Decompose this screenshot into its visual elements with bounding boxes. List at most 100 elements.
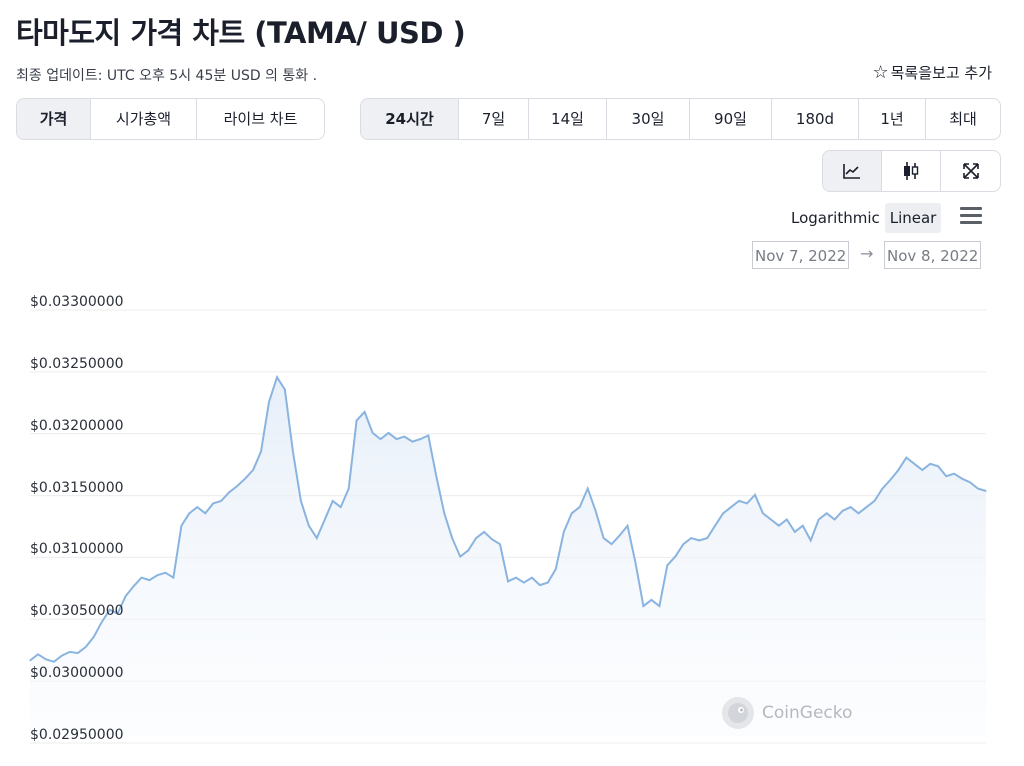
data-point (690, 537, 692, 539)
watermark-text: CoinGecko (762, 703, 853, 723)
data-point (842, 510, 844, 512)
data-point (140, 577, 143, 579)
data-point (443, 512, 445, 514)
data-point (794, 531, 796, 533)
data-point (698, 539, 700, 542)
data-point (61, 655, 63, 657)
data-point (125, 595, 127, 597)
data-point (563, 531, 565, 533)
data-point (196, 506, 198, 508)
price-chart (29, 309, 987, 744)
y-tick-label: $0.03150000 (30, 479, 124, 496)
data-point (945, 475, 947, 477)
data-point (802, 525, 804, 527)
data-point (531, 577, 533, 579)
data-point (37, 653, 39, 655)
data-point (873, 500, 876, 502)
y-tick-label: $0.03050000 (30, 603, 124, 620)
data-point (133, 585, 135, 587)
data-point (340, 506, 342, 508)
data-point (204, 512, 206, 514)
data-point (332, 500, 334, 502)
data-point (730, 506, 732, 508)
data-point (475, 537, 477, 539)
data-point (666, 564, 668, 566)
data-point (515, 577, 517, 579)
price-area (30, 377, 986, 736)
data-point (818, 518, 820, 521)
data-point (379, 438, 382, 440)
data-point (164, 572, 166, 574)
data-point (722, 512, 724, 514)
data-point (228, 491, 230, 493)
data-point (499, 543, 501, 545)
data-point (236, 485, 238, 487)
data-point (324, 518, 326, 521)
data-point (507, 580, 509, 583)
data-point (523, 582, 525, 584)
data-point (770, 518, 772, 521)
data-point (881, 488, 884, 490)
data-point (595, 510, 597, 512)
data-point (419, 438, 421, 440)
data-point (172, 577, 174, 579)
data-point (977, 488, 979, 490)
y-tick-label: $0.02950000 (30, 727, 124, 743)
data-point (85, 646, 87, 648)
data-point (682, 543, 684, 545)
data-point (714, 525, 716, 527)
data-point (300, 500, 302, 502)
data-point (403, 436, 405, 438)
data-point (547, 582, 549, 584)
data-point (650, 599, 653, 601)
data-point (69, 651, 71, 653)
data-point (706, 537, 708, 539)
data-point (101, 621, 103, 623)
data-point (387, 432, 390, 434)
data-point (252, 469, 254, 471)
data-point (491, 538, 493, 540)
data-point (395, 438, 398, 440)
data-point (244, 478, 246, 480)
data-point (834, 518, 836, 521)
data-point (260, 450, 262, 453)
data-point (865, 506, 868, 508)
data-point (618, 535, 621, 537)
data-point (411, 441, 413, 443)
y-tick-label: $0.03000000 (30, 665, 124, 682)
data-point (579, 506, 581, 508)
data-point (929, 463, 931, 465)
data-point (857, 512, 860, 514)
data-point (539, 584, 541, 586)
data-point (897, 469, 900, 471)
data-point (587, 488, 589, 490)
data-point (674, 556, 676, 558)
data-point (308, 525, 310, 527)
data-point (658, 605, 661, 607)
data-point (156, 574, 159, 576)
data-point (316, 537, 318, 539)
data-point (810, 539, 812, 542)
data-point (953, 473, 955, 475)
data-point (77, 652, 79, 654)
y-tick-label: $0.03100000 (30, 541, 124, 558)
data-point (29, 659, 31, 662)
data-point (746, 502, 748, 504)
data-point (754, 494, 756, 496)
data-point (762, 512, 764, 514)
data-point (921, 469, 923, 471)
data-point (634, 562, 637, 564)
data-point (905, 457, 907, 459)
data-point (961, 478, 963, 480)
data-point (348, 488, 350, 490)
data-point (451, 537, 453, 539)
data-point (180, 525, 182, 527)
y-tick-label: $0.03250000 (30, 355, 124, 372)
data-point (212, 502, 214, 504)
data-point (738, 500, 740, 502)
data-point (889, 479, 892, 481)
data-point (626, 525, 629, 527)
data-point (611, 543, 613, 545)
data-point (148, 579, 151, 581)
data-point (778, 525, 780, 527)
